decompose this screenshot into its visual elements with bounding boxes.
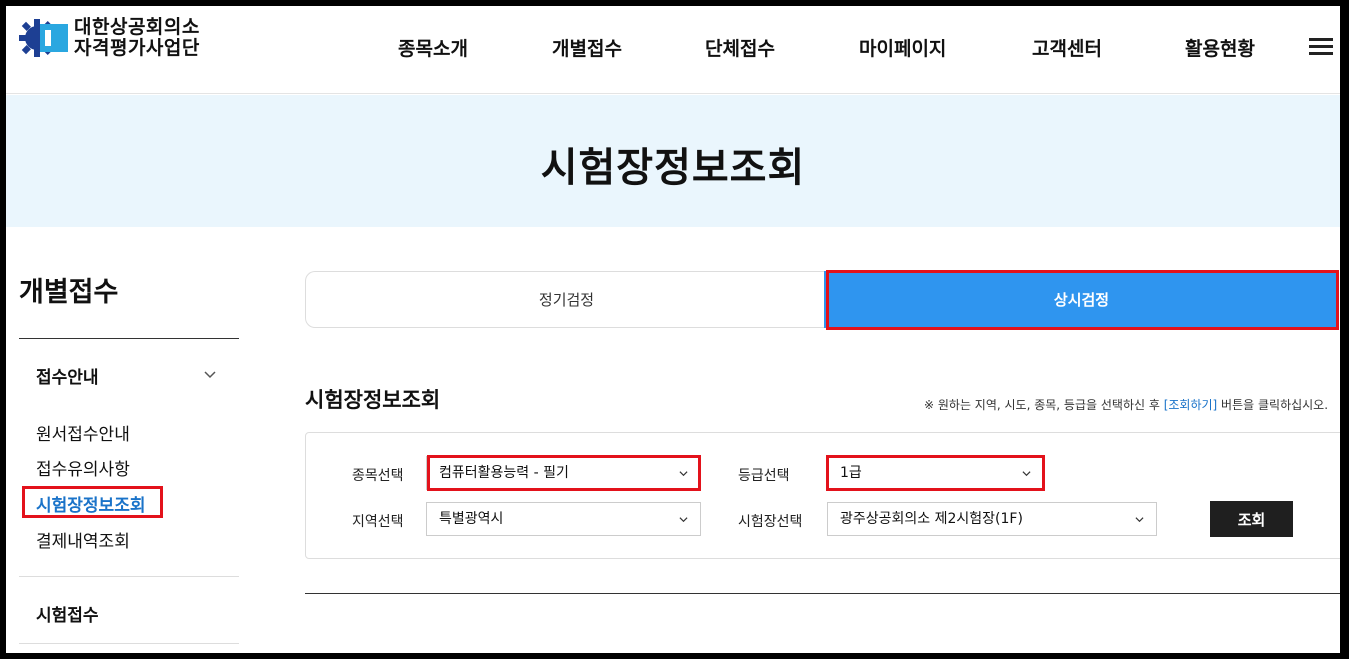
tab-regular-exam[interactable]: 정기검정 [305,271,827,328]
search-hint: ※ 원하는 지역, 시도, 종목, 등급을 선택하신 후 [조회하기] 버튼을 … [924,396,1328,413]
nav-item-group[interactable]: 단체접수 [705,34,775,61]
search-button[interactable]: 조회 [1210,501,1293,537]
page-title: 시험장정보조회 [540,145,806,191]
highlight-box [427,455,701,491]
chevron-down-icon[interactable] [204,368,216,380]
nav-item-customer-center[interactable]: 고객센터 [1032,34,1102,61]
sidebar-group-exam-apply[interactable]: 시험접수 [36,601,99,626]
sidebar-divider [19,338,239,339]
sidebar-divider [19,576,239,577]
highlight-box [826,270,1339,330]
section-title: 시험장정보조회 [305,388,441,412]
nav-item-usage[interactable]: 활용현황 [1185,34,1255,61]
hamburger-icon[interactable] [1309,38,1333,58]
search-form [305,432,1340,559]
chevron-down-icon [1135,517,1144,523]
region-select-value: 특별광역시 [439,511,504,527]
page: 대한상공회의소 자격평가사업단 종목소개 개별접수 단체접수 마이페이지 고객센… [6,6,1340,653]
sidebar-divider [19,643,239,644]
grade-label: 등급선택 [738,468,790,484]
main-nav: 종목소개 개별접수 단체접수 마이페이지 고객센터 활용현황 [6,34,1340,64]
sidebar-item-notes[interactable]: 접수유의사항 [36,455,130,480]
hint-link: [조회하기] [1163,398,1218,412]
region-select[interactable]: 특별광역시 [426,502,701,536]
subject-label: 종목선택 [352,468,404,484]
hint-suffix: 버튼을 클릭하십시오. [1217,398,1329,412]
venue-select[interactable]: 광주상공회의소 제2시험장(1F) [827,502,1157,536]
section-divider [305,593,1340,594]
hero-banner: 시험장정보조회 [6,95,1340,227]
sidebar-item-application-guide[interactable]: 원서접수안내 [36,420,130,445]
nav-item-mypage[interactable]: 마이페이지 [859,34,946,61]
region-label: 지역선택 [352,514,404,530]
sidebar-title: 개별접수 [19,277,119,308]
site-header: 대한상공회의소 자격평가사업단 종목소개 개별접수 단체접수 마이페이지 고객센… [6,6,1340,94]
chevron-down-icon [679,517,688,523]
sidebar-item-payment-history[interactable]: 결제내역조회 [36,527,130,552]
nav-item-subject-intro[interactable]: 종목소개 [398,34,468,61]
sidebar-group-guide[interactable]: 접수안내 [36,363,99,388]
nav-item-individual[interactable]: 개별접수 [552,34,622,61]
highlight-box [826,455,1045,491]
venue-label: 시험장선택 [738,514,803,530]
venue-select-value: 광주상공회의소 제2시험장(1F) [840,511,1023,527]
highlight-box [22,486,163,518]
hint-prefix: ※ 원하는 지역, 시도, 종목, 등급을 선택하신 후 [924,398,1164,412]
